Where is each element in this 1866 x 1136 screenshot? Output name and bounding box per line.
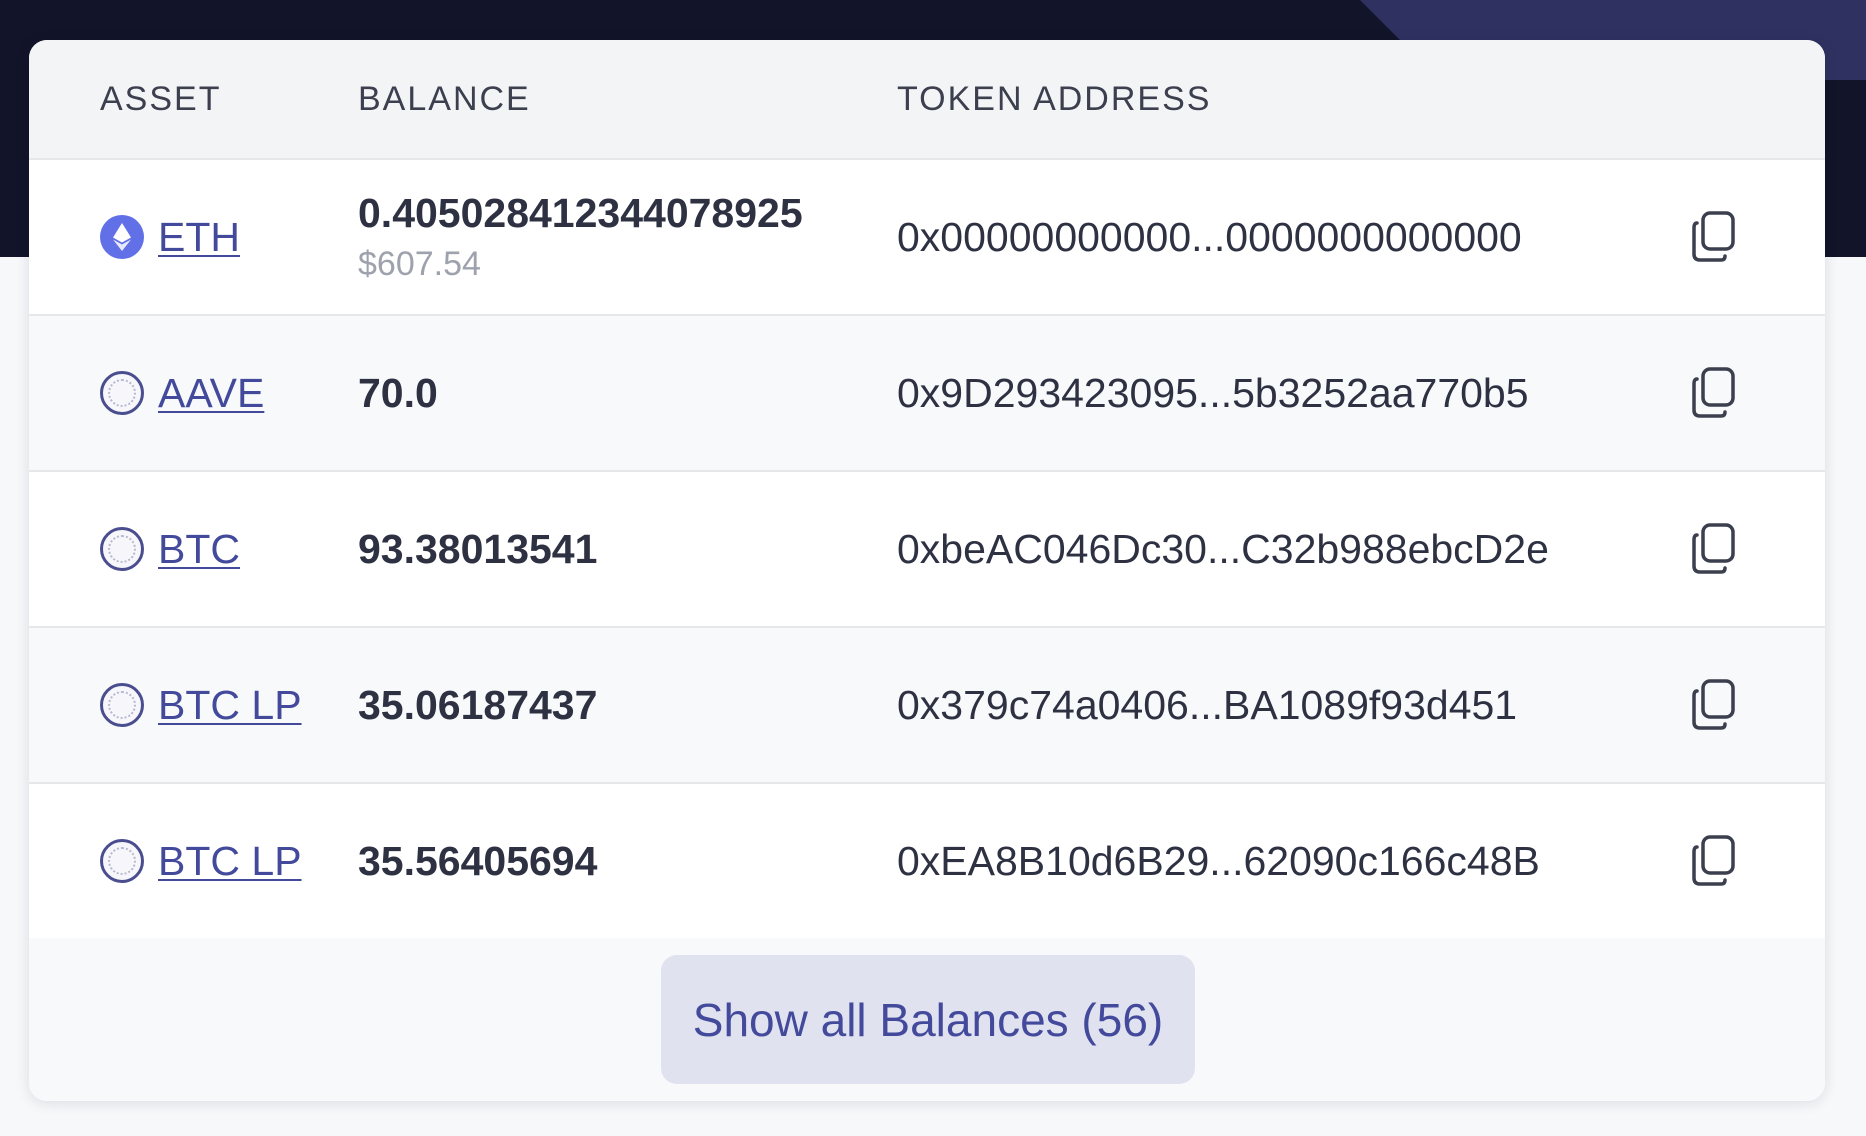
- table-row: BTC 93.38013541 0xbeAC046Dc30...C32b988e…: [29, 472, 1825, 628]
- balance-cell: 93.38013541: [358, 472, 597, 626]
- asset-cell: BTC LP: [100, 784, 302, 938]
- token-placeholder-icon: [100, 839, 144, 883]
- balance-amount: 93.38013541: [358, 525, 598, 572]
- balance-usd-value: $607.54: [358, 245, 481, 283]
- balance-cell: 0.405028412344078925 $607.54: [358, 160, 803, 314]
- asset-link-eth[interactable]: ETH: [158, 214, 240, 261]
- asset-link-aave[interactable]: AAVE: [158, 370, 264, 417]
- balance-cell: 35.56405694: [358, 784, 597, 938]
- column-header-balance: BALANCE: [358, 80, 531, 118]
- column-header-token-address: TOKEN ADDRESS: [897, 80, 1212, 118]
- show-all-balances-button[interactable]: Show all Balances (56): [661, 955, 1195, 1084]
- balance-cell: 35.06187437: [358, 628, 597, 782]
- asset-link-btc[interactable]: BTC: [158, 526, 240, 573]
- column-header-asset: ASSET: [100, 80, 222, 118]
- asset-cell: AAVE: [100, 316, 264, 470]
- table-row: ETH 0.405028412344078925 $607.54 0x00000…: [29, 160, 1825, 316]
- token-address: 0x379c74a0406...BA1089f93d451: [897, 682, 1518, 728]
- copy-icon[interactable]: [1689, 210, 1739, 264]
- table-footer: Show all Balances (56): [29, 938, 1825, 1101]
- balance-cell: 70.0: [358, 316, 438, 470]
- token-address: 0x9D293423095...5b3252aa770b5: [897, 370, 1529, 416]
- token-address: 0xEA8B10d6B29...62090c166c48B: [897, 838, 1540, 884]
- asset-cell: BTC LP: [100, 628, 302, 782]
- balance-amount: 0.405028412344078925: [358, 190, 803, 236]
- token-placeholder-icon: [100, 527, 144, 571]
- asset-cell: ETH: [100, 160, 240, 314]
- balance-amount: 35.56405694: [358, 837, 598, 884]
- copy-icon[interactable]: [1689, 366, 1739, 420]
- token-address: 0xbeAC046Dc30...C32b988ebcD2e: [897, 526, 1549, 572]
- table-row: AAVE 70.0 0x9D293423095...5b3252aa770b5: [29, 316, 1825, 472]
- table-header: ASSET BALANCE TOKEN ADDRESS: [29, 40, 1825, 160]
- asset-link-btc-lp[interactable]: BTC LP: [158, 682, 302, 729]
- copy-icon[interactable]: [1689, 678, 1739, 732]
- asset-link-btc-lp[interactable]: BTC LP: [158, 838, 302, 885]
- balance-amount: 35.06187437: [358, 681, 598, 728]
- balance-amount: 70.0: [358, 369, 438, 416]
- eth-icon: [100, 215, 144, 259]
- token-placeholder-icon: [100, 683, 144, 727]
- table-row: BTC LP 35.06187437 0x379c74a0406...BA108…: [29, 628, 1825, 784]
- token-address: 0x00000000000...0000000000000: [897, 214, 1522, 260]
- table-row: BTC LP 35.56405694 0xEA8B10d6B29...62090…: [29, 784, 1825, 938]
- copy-icon[interactable]: [1689, 522, 1739, 576]
- token-placeholder-icon: [100, 371, 144, 415]
- copy-icon[interactable]: [1689, 834, 1739, 888]
- balances-card: ASSET BALANCE TOKEN ADDRESS ETH 0.405028…: [29, 40, 1825, 1101]
- asset-cell: BTC: [100, 472, 240, 626]
